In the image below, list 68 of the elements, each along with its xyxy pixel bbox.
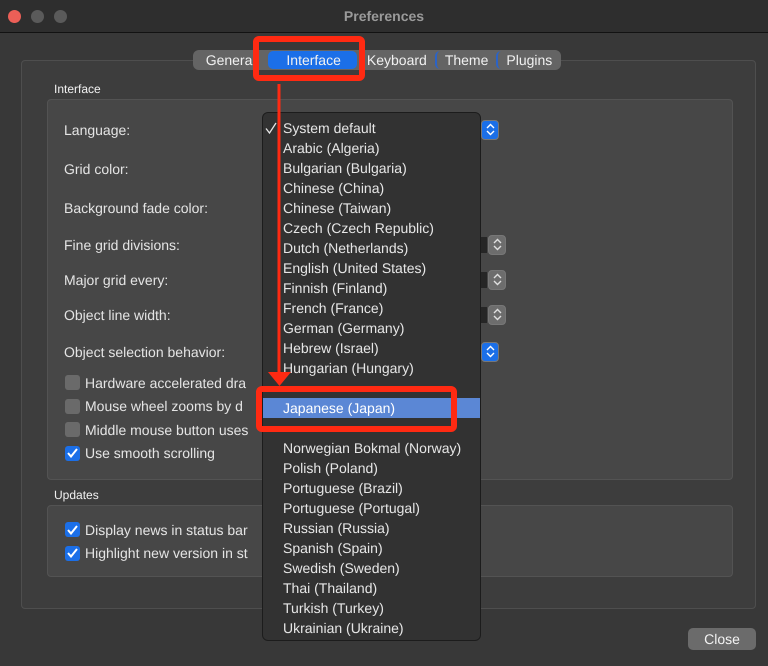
group-title: Interface [54, 82, 101, 96]
menu-item[interactable]: System default [263, 118, 480, 138]
checkbox-label: Middle mouse button uses [85, 422, 248, 438]
menu-item[interactable]: Ukrainian (Ukraine) [263, 618, 480, 638]
checkbox-label: Highlight new version in st [85, 545, 248, 562]
tab[interactable]: Interface [268, 51, 357, 69]
field-label: Grid color: [64, 160, 129, 176]
checkmark-icon [67, 524, 78, 535]
menu-item[interactable]: Polish (Poland) [263, 458, 480, 478]
menu-item[interactable]: French (France) [263, 298, 480, 318]
menu-item[interactable]: Finnish (Finland) [263, 278, 480, 298]
checkbox[interactable] [65, 522, 80, 538]
menu-item[interactable]: Czech (Czech Republic) [263, 218, 480, 238]
stepper-arrows-icon [492, 308, 502, 321]
checkmark-icon [67, 548, 78, 558]
menu-item[interactable]: Thai (Thailand) [263, 578, 480, 598]
checkbox-label: Use smooth scrolling [85, 445, 215, 462]
field-label: Fine grid divisions: [64, 236, 180, 252]
select-stepper[interactable] [481, 120, 499, 140]
menu-item[interactable]: Bulgarian (Bulgaria) [263, 158, 480, 178]
group-title: Updates [54, 488, 99, 502]
field-label: Object selection behavior: [64, 344, 226, 360]
menu-item[interactable]: Swedish (Sweden) [263, 558, 480, 578]
spin-stepper[interactable] [488, 270, 506, 290]
menu-item[interactable]: Russian (Russia) [263, 518, 480, 538]
checkmark-icon [67, 448, 78, 458]
menu-item[interactable]: English (United States) [263, 258, 480, 278]
stepper-arrows-icon [492, 273, 502, 286]
stepper-arrows-icon [486, 345, 494, 358]
window-title: Preferences [344, 8, 424, 24]
menu-item[interactable]: Portuguese (Portugal) [263, 498, 480, 518]
menu-item[interactable]: Norwegian Bokmal (Norway) [263, 438, 480, 458]
close-button[interactable]: Close [688, 628, 756, 650]
field-label: Object line width: [64, 306, 171, 322]
menu-item[interactable]: Chinese (China) [263, 178, 480, 198]
number-field[interactable] [481, 272, 487, 288]
field-label: Language: [64, 122, 130, 138]
tab[interactable]: Keyboard [356, 51, 435, 69]
menu-item[interactable]: Turkish (Turkey) [263, 598, 480, 618]
close-window-icon[interactable] [8, 10, 21, 23]
select-stepper[interactable] [481, 342, 499, 362]
menu-item[interactable]: Hebrew (Israel) [263, 338, 480, 358]
checkmark-icon [265, 122, 277, 134]
checkbox[interactable] [65, 375, 80, 390]
stepper-arrows-icon [486, 123, 494, 136]
number-field[interactable] [481, 236, 487, 252]
spin-stepper[interactable] [488, 304, 506, 324]
checkbox[interactable] [65, 398, 80, 414]
field-label: Background fade color: [64, 200, 208, 216]
spin-stepper[interactable] [488, 234, 506, 254]
checkbox[interactable] [65, 546, 80, 561]
checkbox-label: Mouse wheel zooms by d [85, 398, 243, 414]
menu-item[interactable]: Dutch (Netherlands) [263, 238, 480, 258]
stepper-arrows-icon [492, 238, 502, 251]
menu-item[interactable]: Portuguese (Brazil) [263, 478, 480, 498]
field-label: Major grid every: [64, 272, 168, 288]
number-field[interactable] [481, 306, 487, 322]
checkbox[interactable] [65, 422, 80, 438]
menu-item[interactable]: German (Germany) [263, 318, 480, 338]
menu-item[interactable]: Arabic (Algeria) [263, 138, 480, 158]
menu-item[interactable]: Hungarian (Hungary) [263, 358, 480, 378]
menu-item[interactable]: Chinese (Taiwan) [263, 198, 480, 218]
tab[interactable]: Genera [194, 51, 268, 69]
menu-item[interactable]: Spanish (Spain) [263, 538, 480, 558]
checkbox-label: Display news in status bar [85, 522, 248, 538]
checkbox-label: Hardware accelerated dra [85, 374, 246, 391]
menu-item[interactable]: Japanese (Japan) [263, 398, 480, 418]
checkbox[interactable] [65, 446, 80, 461]
